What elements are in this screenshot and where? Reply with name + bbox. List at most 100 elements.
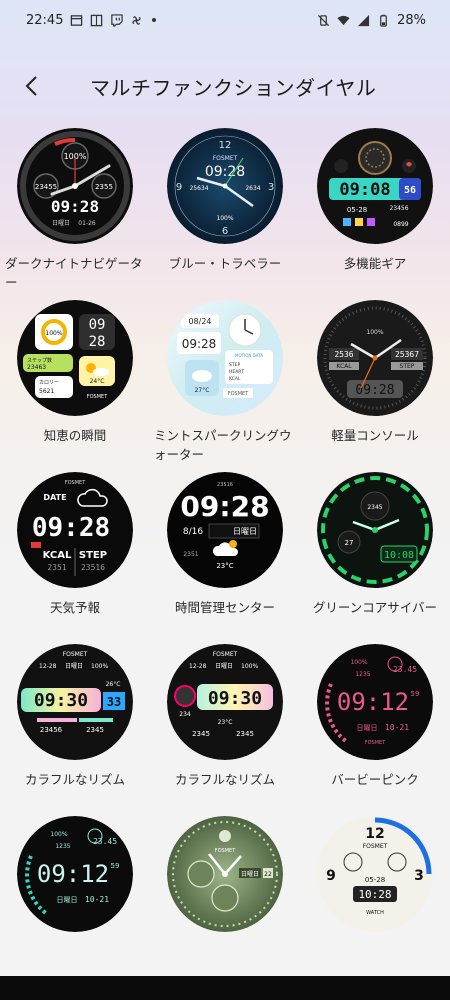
dial-text: FOSMET	[228, 391, 249, 397]
watch-face-white-sport: 12 FOSMET 9 3 05-28 10:28 WATCH	[317, 816, 433, 932]
dial-card[interactable]: FOSMET 12-28 日曜日 100% 09:30 234 23°C 234…	[150, 644, 300, 816]
dial-card[interactable]: 08/24 09:28 MOTION DATA STEP HEART KCAL …	[150, 300, 300, 472]
dial-text: 8/16	[183, 527, 203, 537]
dial-text: 0899	[393, 221, 408, 228]
watch-face-blue-traveler: 12 3 6 9 FOSMET 09:28 25634 2634 100%	[167, 128, 283, 244]
dial-text: 05-28	[365, 876, 385, 884]
dial-text: FOSMET	[363, 843, 388, 850]
vibrate-off-icon	[318, 14, 330, 26]
dial-text: 3	[268, 182, 274, 193]
dial-card[interactable]: FOSMET 日曜日 22	[150, 816, 300, 988]
dial-text: 日曜日	[357, 724, 378, 732]
page-title: マルチファンクションダイヤル	[90, 75, 377, 100]
dial-card[interactable]: 100% 23455 2355 09:28 日曜日 01-26 ダークナイトナビ…	[0, 128, 150, 300]
pinwheel-icon	[132, 15, 142, 25]
dial-text: 100%	[216, 215, 233, 222]
dial-text: 2536	[334, 350, 353, 359]
twitch-icon	[111, 13, 124, 27]
dial-text: 2345	[367, 504, 382, 511]
dial-text: 1235	[355, 671, 370, 678]
dial-text: 2351	[183, 551, 198, 558]
dial-text: FOSMET	[63, 651, 88, 658]
dial-name: ダークナイトナビゲーター	[5, 256, 143, 290]
dial-card[interactable]: 2345 27 10:08 グリーンコアサイバー	[300, 472, 450, 644]
dial-text: 3	[414, 868, 424, 884]
dial-text: 09:28	[180, 490, 269, 523]
dial-text: 08/24	[188, 317, 211, 326]
dial-text: HEART	[229, 369, 244, 375]
dial-text: 09	[89, 317, 106, 333]
dial-text: 23.45	[393, 665, 417, 674]
dial-text: 12-28	[189, 663, 207, 670]
battery-icon	[380, 14, 387, 27]
back-button[interactable]	[10, 64, 54, 108]
dial-card[interactable]: 23516 09:28 8/16 日曜日 23°C 2351 時間管理センター	[150, 472, 300, 644]
watch-face-colorful-rhythm-b: FOSMET 12-28 日曜日 100% 09:30 234 23°C 234…	[167, 644, 283, 760]
dial-name: ブルー・トラベラー	[168, 256, 282, 271]
watch-face-barbie-pink: 100% 23.45 1235 09:12 59 日曜日 10-21 FOSME…	[317, 644, 433, 760]
navigation-bar	[0, 976, 450, 1000]
dial-text: 27°C	[195, 387, 210, 394]
dial-text: 5621	[39, 388, 54, 395]
status-bar: 22:45 28%	[0, 0, 450, 40]
dial-text: 10-21	[85, 895, 109, 904]
dial-text: 9	[326, 868, 336, 884]
dial-text: 59	[411, 690, 420, 698]
dial-card[interactable]: 12 3 6 9 FOSMET 09:28 25634 2634 100% ブル…	[150, 128, 300, 300]
dial-text: FOSMET	[65, 480, 86, 486]
dial-text: WATCH	[366, 910, 384, 916]
dial-text: 23.45	[93, 837, 117, 846]
dial-text: 23516	[81, 563, 105, 572]
dial-text: 23°C	[216, 562, 233, 570]
dial-text: 2345	[236, 730, 254, 738]
dial-text: 日曜日	[65, 663, 83, 670]
dial-text: 12	[219, 140, 232, 151]
battery-percent: 28%	[397, 12, 426, 28]
dial-text: 01-26	[78, 220, 96, 227]
dial-text: 09:30	[208, 688, 262, 709]
dial-text: STEP	[400, 363, 415, 370]
dial-text: 09:28	[182, 337, 217, 351]
dial-text: 100%	[91, 663, 108, 670]
dial-text: 23456	[40, 726, 63, 734]
watch-face-green-core-cyber: 2345 27 10:08	[317, 472, 433, 588]
dial-text: 10:28	[358, 888, 391, 901]
dial-card[interactable]: 100% 23.45 1235 09:12 59 日曜日 10-21 FOSME…	[300, 644, 450, 816]
dial-text: 234	[179, 711, 191, 718]
dial-card[interactable]: 100% 09 28 ステップ数 23463 カロリー 5621 24°C FO…	[0, 300, 150, 472]
dial-card[interactable]: 100% 2536 25367 KCAL STEP 09:28 軽量コンソール	[300, 300, 450, 472]
dial-text: 09:28	[355, 383, 394, 398]
dial-card[interactable]: 100% 23.45 1235 09:12 59 日曜日 10-21	[0, 816, 150, 988]
dial-text: 10:08	[384, 550, 414, 561]
dial-text: 23°C	[218, 719, 233, 726]
watch-face-colorful-rhythm-a: FOSMET 12-28 日曜日 100% 09:30 33 26°C 2345…	[17, 644, 133, 760]
dial-text: STEP	[79, 550, 107, 561]
dial-text: KCAL	[336, 363, 352, 370]
dial-card[interactable]: FOSMET 12-28 日曜日 100% 09:30 33 26°C 2345…	[0, 644, 150, 816]
watch-face-time-management-center: 23516 09:28 8/16 日曜日 23°C 2351	[167, 472, 283, 588]
dial-text: 23456	[389, 205, 408, 212]
dial-text: KCAL	[229, 376, 241, 382]
dial-text: 56	[404, 185, 416, 196]
watch-face-light-console: 100% 2536 25367 KCAL STEP 09:28	[317, 300, 433, 416]
dial-text: 100%	[350, 659, 367, 666]
dial-text: 12	[365, 826, 384, 842]
dial-card[interactable]: 12 FOSMET 9 3 05-28 10:28 WATCH	[300, 816, 450, 988]
dial-text: 26°C	[106, 681, 121, 688]
dial-text: 100%	[241, 663, 258, 670]
watch-face-green-analog: FOSMET 日曜日 22	[167, 816, 283, 932]
dial-name: バービーピンク	[331, 772, 419, 787]
status-left: 22:45	[26, 13, 157, 28]
watch-face-mint-sparkling-water: 08/24 09:28 MOTION DATA STEP HEART KCAL …	[167, 300, 283, 416]
dial-grid: 100% 23455 2355 09:28 日曜日 01-26 ダークナイトナビ…	[0, 128, 450, 988]
dial-name: カラフルなリズム	[174, 772, 275, 787]
dial-text: FOSMET	[365, 740, 386, 746]
dial-card[interactable]: 09:08 56 05-28 23456 0899 多機能ギア	[300, 128, 450, 300]
dial-card[interactable]: FOSMET DATE 09:28 KCAL STEP 2351 23516 天…	[0, 472, 150, 644]
dial-text: 2345	[192, 730, 210, 738]
dial-text: 09:28	[51, 197, 99, 216]
dial-text: カロリー	[39, 380, 59, 386]
dial-text: 2345	[86, 726, 104, 734]
dial-name: 多機能ギア	[343, 256, 407, 271]
dial-text: 日曜日	[241, 871, 259, 878]
